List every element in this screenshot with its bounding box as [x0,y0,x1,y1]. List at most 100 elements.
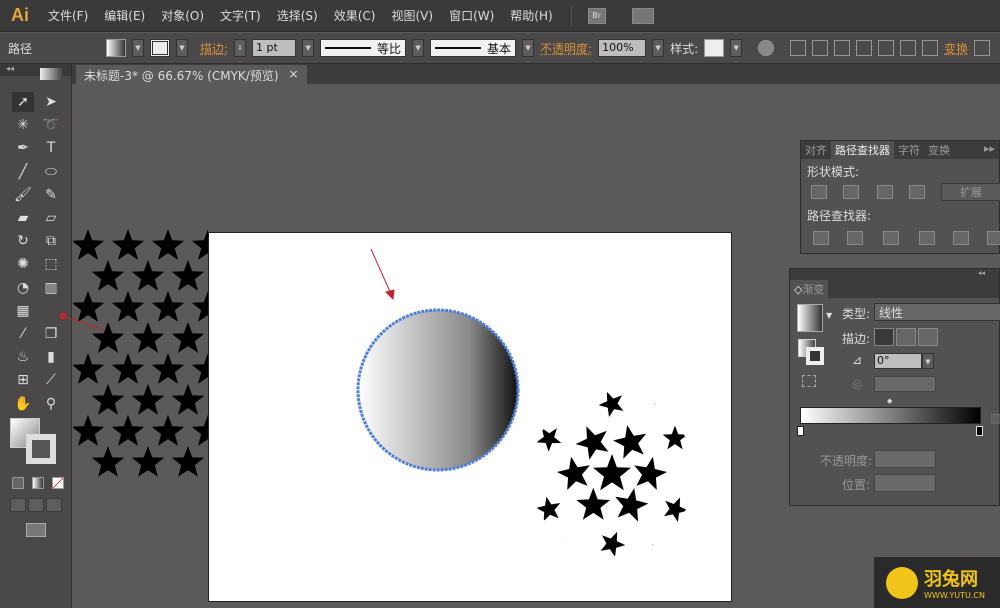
gradient-panel: ◂◂ ◇渐变 ▼ 类型: 线性 描边: ⊿ 0° ▼ ◎ ◆ ▥ 不透明度: 位… [789,268,1000,506]
star-shape [171,384,205,415]
tab-transform[interactable]: 变换 [924,141,954,159]
angle-field[interactable]: 0° [874,353,922,369]
reverse-gradient-icon[interactable] [802,375,816,387]
pathfinder-panel: 对齐 路径查找器 字符 变换 ▸▸ 形状模式: 扩展 路径查找器: [800,140,1000,254]
star-shape [131,322,165,353]
star-shape [700,464,720,484]
star-shape [73,415,105,446]
stop-opacity-field [874,450,936,468]
aspect-ratio-field [874,376,936,392]
stop-location-field [874,474,936,492]
panel-menu-icon[interactable]: ▸▸ [980,141,999,159]
star-shape [111,353,145,384]
rabbit-logo-icon [886,566,918,599]
gradient-title: 渐变 [802,283,825,296]
star-shape [151,415,185,446]
location-label: 位置: [842,478,871,492]
type-value: 线性 [879,306,904,320]
trim-icon[interactable] [847,231,863,245]
star-shape [131,260,165,291]
star-shape [191,353,208,384]
divide-icon[interactable] [813,231,829,245]
tab-align[interactable]: 对齐 [801,141,831,159]
pathfinders-label: 路径查找器: [807,209,872,223]
chevron-down-icon[interactable]: ▼ [826,311,832,320]
minus-back-icon[interactable] [987,231,1000,245]
star-shape [706,382,719,395]
star-shape [212,322,244,353]
tab-gradient[interactable]: ◇渐变 [790,280,829,298]
star-shape [91,384,125,415]
tab-pathfinder[interactable]: 路径查找器 [831,141,894,159]
star-shape [732,425,745,438]
star-pattern[interactable] [72,229,244,477]
star-shape [73,291,105,322]
minus-front-icon[interactable] [843,185,859,199]
star-shape [191,415,208,446]
star-shape [111,229,145,260]
gradient-type-select[interactable]: 线性 [874,303,1000,321]
star-shape [91,322,125,353]
star-shape [631,341,644,354]
star-shape [111,291,145,322]
star-shape [504,552,517,565]
aspect-ratio-icon: ◎ [852,377,863,391]
gradient-circle[interactable] [356,308,520,472]
panel-tabs: 对齐 路径查找器 字符 变换 ▸▸ [801,141,999,159]
star-shape [73,353,105,384]
fill-stroke-swatch[interactable] [798,339,824,365]
star-shape [151,353,185,384]
intersect-icon[interactable] [877,185,893,199]
stroke-along-icon[interactable] [896,328,916,346]
tab-character[interactable]: 字符 [894,141,924,159]
star-shape [706,553,719,566]
star-shape [212,384,244,415]
star-shape [212,446,244,477]
star-shape [479,510,492,523]
star-shape [171,322,205,353]
stroke-across-icon[interactable] [918,328,938,346]
crop-icon[interactable] [919,231,935,245]
star-shape [505,464,525,484]
star-shape [191,229,208,260]
gradient-stop-black[interactable] [976,426,983,436]
star-shape [111,415,145,446]
star-shape [171,446,205,477]
star-shape [151,229,185,260]
star-shape [91,446,125,477]
watermark-url: WWW.YUTU.CN [924,591,985,600]
shape-modes-label: 形状模式: [807,165,860,179]
exclude-icon[interactable] [909,185,925,199]
merge-icon[interactable] [883,231,899,245]
watermark-logo: 羽兔网 WWW.YUTU.CN [874,557,1000,608]
star-shape [732,511,745,524]
collapse-icon[interactable]: ◂◂ [790,269,999,280]
angle-value: 0° [877,354,890,367]
stroke-label: 描边: [842,332,871,346]
gradient-preview-swatch[interactable] [797,304,823,332]
star-shape [91,260,125,291]
watermark-brand: 羽兔网 [924,569,978,590]
type-label: 类型: [842,307,871,321]
outline-icon[interactable] [953,231,969,245]
star-shape [581,340,594,353]
star-shape [171,260,205,291]
red-arrow-icon [370,248,395,301]
gradient-stop-white[interactable] [797,426,804,436]
stroke-within-icon[interactable] [874,328,894,346]
star-shape [73,229,105,260]
expand-button[interactable]: 扩展 [941,183,1000,201]
panel-tabs: ◇渐变 [790,280,999,298]
gradient-slider[interactable] [800,407,981,424]
star-shape [648,543,670,556]
unite-icon[interactable] [811,185,827,199]
star-shape [131,446,165,477]
star-shape [151,291,185,322]
chevron-down-icon[interactable]: ▼ [922,353,934,369]
midpoint-diamond-icon[interactable]: ◆ [887,397,892,405]
star-shape [131,384,165,415]
delete-stop-icon[interactable]: ▥ [990,411,1000,425]
opacity-label: 不透明度: [820,454,873,468]
star-shape [212,260,244,291]
star-shape [631,596,644,608]
